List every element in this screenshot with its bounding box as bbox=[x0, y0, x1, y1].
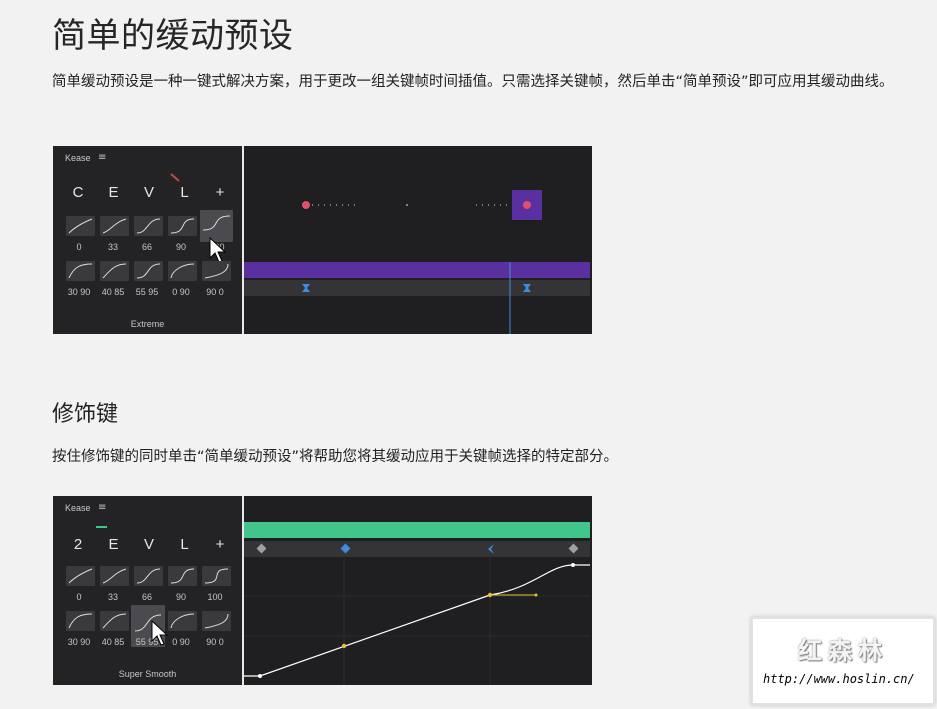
category-button-v[interactable]: V bbox=[134, 184, 164, 201]
kease-panel: Kease ≡ C E V L + 0 33 66 90 100 30 90 4… bbox=[53, 146, 242, 334]
preset-tile-0-90[interactable] bbox=[168, 611, 197, 631]
category-button-c[interactable]: C bbox=[63, 184, 93, 201]
keyframe-track bbox=[244, 541, 590, 557]
preset-tile-90-0[interactable] bbox=[202, 261, 231, 281]
preset-tile-40-85[interactable] bbox=[100, 611, 129, 631]
category-button-e[interactable]: E bbox=[99, 536, 129, 553]
watermark-title: 红森林 bbox=[798, 637, 888, 665]
preset-tile-0-90[interactable] bbox=[168, 261, 197, 281]
category-button-2[interactable]: 2 bbox=[63, 536, 93, 553]
preset-tile-33[interactable] bbox=[100, 216, 129, 236]
panel-title: Kease bbox=[65, 153, 91, 163]
preset-label: 90 bbox=[175, 242, 186, 252]
keyframe-track bbox=[244, 280, 590, 296]
preset-label: 0 bbox=[76, 242, 82, 252]
preset-label: 33 bbox=[107, 242, 118, 252]
cursor-icon bbox=[209, 236, 227, 263]
preset-label: 33 bbox=[107, 592, 118, 602]
value-curve[interactable] bbox=[244, 564, 590, 677]
preset-label: 0 bbox=[76, 592, 82, 602]
layer-bar[interactable] bbox=[244, 262, 590, 278]
intro-paragraph: 简单缓动预设是一种一键式解决方案，用于更改一组关键帧时间插值。只需选择关键帧，然… bbox=[52, 74, 894, 90]
curve-point[interactable] bbox=[341, 643, 347, 649]
preset-tile-66[interactable] bbox=[134, 566, 163, 586]
section-heading-modifier-keys: 修饰键 bbox=[52, 402, 119, 427]
watermark-url: http://www.hoslin.cn/ bbox=[763, 672, 915, 686]
preset-label: 100 bbox=[207, 592, 223, 602]
preset-tile-0[interactable] bbox=[66, 216, 95, 236]
preset-label: 90 0 bbox=[206, 287, 224, 297]
preset-tile-90-0[interactable] bbox=[202, 611, 231, 631]
hamburger-icon[interactable]: ≡ bbox=[98, 153, 106, 163]
preset-category-row: C E V L + bbox=[63, 184, 235, 201]
preset-label: 40 85 bbox=[101, 287, 125, 297]
curve-point[interactable] bbox=[571, 563, 575, 567]
panel-title: Kease bbox=[65, 503, 91, 513]
layer-bar[interactable] bbox=[244, 522, 590, 538]
keyframe-end[interactable] bbox=[523, 201, 531, 209]
active-category-indicator bbox=[96, 526, 107, 528]
preset-label: 66 bbox=[141, 592, 152, 602]
graph-editor-view bbox=[244, 522, 590, 685]
hamburger-icon[interactable]: ≡ bbox=[98, 503, 106, 513]
preset-tile-0[interactable] bbox=[66, 566, 95, 586]
preset-label: 55 95 bbox=[135, 287, 159, 297]
preset-category-footer: Extreme bbox=[130, 319, 165, 329]
category-button-l[interactable]: L bbox=[170, 184, 200, 201]
preset-tile-90[interactable] bbox=[168, 566, 197, 586]
preset-tile-40-85[interactable] bbox=[100, 261, 129, 281]
preset-tile-66[interactable] bbox=[134, 216, 163, 236]
preset-tile-100[interactable] bbox=[202, 566, 231, 586]
keyframe-start[interactable] bbox=[302, 201, 310, 209]
timeline-view bbox=[244, 190, 590, 334]
preset-tile-30-90[interactable] bbox=[66, 261, 95, 281]
kease-screenshot-super-smooth: Kease ≡ 2 E V L + 0 33 66 90 100 30 90 4… bbox=[53, 496, 592, 685]
kease-panel: Kease ≡ 2 E V L + 0 33 66 90 100 30 90 4… bbox=[53, 496, 242, 685]
preset-tile-33[interactable] bbox=[100, 566, 129, 586]
kease-screenshot-extreme: Kease ≡ C E V L + 0 33 66 90 100 30 90 4… bbox=[53, 146, 592, 334]
preset-label: 0 90 bbox=[172, 287, 190, 297]
category-button-l[interactable]: L bbox=[170, 536, 200, 553]
category-button-e[interactable]: E bbox=[99, 184, 129, 201]
modifier-keys-paragraph: 按住修饰键的同时单击“简单缓动预设”将帮助您将其缓动应用于关键帧选择的特定部分。 bbox=[52, 449, 619, 465]
page-title: 简单的缓动预设 bbox=[52, 16, 294, 56]
preset-label: 90 0 bbox=[206, 637, 224, 647]
preset-tile-55-95[interactable] bbox=[134, 261, 163, 281]
curve-point[interactable] bbox=[258, 674, 262, 678]
preset-category-row: 2 E V L + bbox=[63, 536, 235, 553]
preset-label: 40 85 bbox=[101, 637, 125, 647]
preset-tile-30-90[interactable] bbox=[66, 611, 95, 631]
preset-category-footer: Super Smooth bbox=[118, 669, 177, 679]
add-preset-button[interactable]: + bbox=[205, 184, 235, 201]
add-preset-button[interactable]: + bbox=[205, 536, 235, 553]
cursor-icon bbox=[151, 619, 169, 646]
preset-label: 30 90 bbox=[67, 287, 91, 297]
preset-label: 30 90 bbox=[67, 637, 91, 647]
preset-label: 66 bbox=[141, 242, 152, 252]
category-button-v[interactable]: V bbox=[134, 536, 164, 553]
watermark: 红森林 http://www.hoslin.cn/ bbox=[751, 617, 935, 705]
selection-indicator-icon bbox=[170, 173, 180, 182]
preset-label: 90 bbox=[175, 592, 186, 602]
curve-point[interactable] bbox=[487, 592, 493, 598]
preset-tile-90[interactable] bbox=[168, 216, 197, 236]
